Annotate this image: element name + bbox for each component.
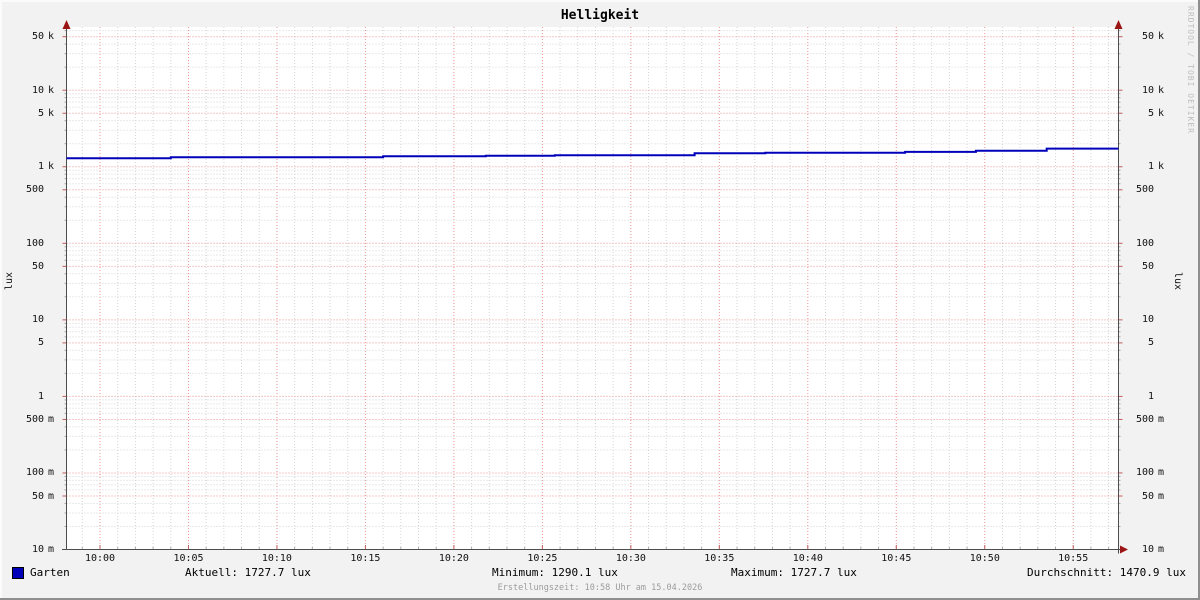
y-tick-label: 10 xyxy=(16,313,60,326)
series-label: Garten xyxy=(30,566,70,579)
bevel-border-left xyxy=(0,0,2,600)
stat-minimum: Minimum: 1290.1 lux xyxy=(492,566,618,579)
y-tick-label: 100 xyxy=(16,237,60,250)
y-tick-label: 5 xyxy=(16,336,60,349)
y-tick-label: 50m xyxy=(1126,490,1170,503)
x-tick-label: 10:20 xyxy=(429,553,479,565)
y-axis-unit-right: lux xyxy=(1172,272,1183,290)
y-axis-unit-left: lux xyxy=(4,272,15,290)
y-tick-label: 50m xyxy=(16,490,60,503)
stat-maximum: Maximum: 1727.7 lux xyxy=(731,566,857,579)
x-tick-label: 10:40 xyxy=(783,553,833,565)
y-tick-label: 100m xyxy=(1126,466,1170,479)
stat-aktuell: Aktuell: 1727.7 lux xyxy=(185,566,311,579)
y-tick-label: 5k xyxy=(16,107,60,120)
y-tick-label: 1k xyxy=(16,160,60,173)
y-tick-label: 100 xyxy=(1126,237,1170,250)
y-tick-label: 10m xyxy=(1126,543,1170,556)
y-tick-label: 1 xyxy=(16,390,60,403)
stat-durchschnitt: Durchschnitt: 1470.9 lux xyxy=(1027,566,1186,579)
x-tick-label: 10:05 xyxy=(164,553,214,565)
legend-row: Garten Aktuell: 1727.7 lux Minimum: 1290… xyxy=(0,566,1200,581)
y-tick-label: 50 xyxy=(1126,260,1170,273)
y-tick-label: 50k xyxy=(16,30,60,43)
y-tick-label: 10k xyxy=(1126,84,1170,97)
x-tick-label: 10:50 xyxy=(960,553,1010,565)
x-tick-label: 10:25 xyxy=(517,553,567,565)
y-tick-label: 500m xyxy=(16,413,60,426)
y-tick-label: 500 xyxy=(1126,183,1170,196)
series-color-swatch xyxy=(12,567,24,579)
x-tick-label: 10:55 xyxy=(1048,553,1098,565)
y-tick-label: 10 xyxy=(1126,313,1170,326)
bevel-border-top xyxy=(0,0,1200,2)
x-tick-label: 10:45 xyxy=(871,553,921,565)
y-tick-label: 500m xyxy=(1126,413,1170,426)
x-tick-label: 10:35 xyxy=(694,553,744,565)
y-tick-label: 10m xyxy=(16,543,60,556)
y-tick-label: 500 xyxy=(16,183,60,196)
plot-area xyxy=(0,0,1200,600)
y-tick-label: 50k xyxy=(1126,30,1170,43)
y-tick-label: 1k xyxy=(1126,160,1170,173)
x-tick-label: 10:00 xyxy=(75,553,125,565)
y-tick-label: 50 xyxy=(16,260,60,273)
y-tick-label: 10k xyxy=(16,84,60,97)
y-tick-label: 5k xyxy=(1126,107,1170,120)
rrdtool-graph: Helligkeit RRDTOOL / TOBI OETIKER 50k10k… xyxy=(0,0,1200,600)
x-tick-label: 10:10 xyxy=(252,553,302,565)
creation-time: Erstellungszeit: 10:58 Uhr am 15.04.2026 xyxy=(0,583,1200,593)
x-tick-label: 10:30 xyxy=(606,553,656,565)
y-tick-label: 100m xyxy=(16,466,60,479)
y-tick-label: 5 xyxy=(1126,336,1170,349)
x-tick-label: 10:15 xyxy=(340,553,390,565)
y-tick-label: 1 xyxy=(1126,390,1170,403)
